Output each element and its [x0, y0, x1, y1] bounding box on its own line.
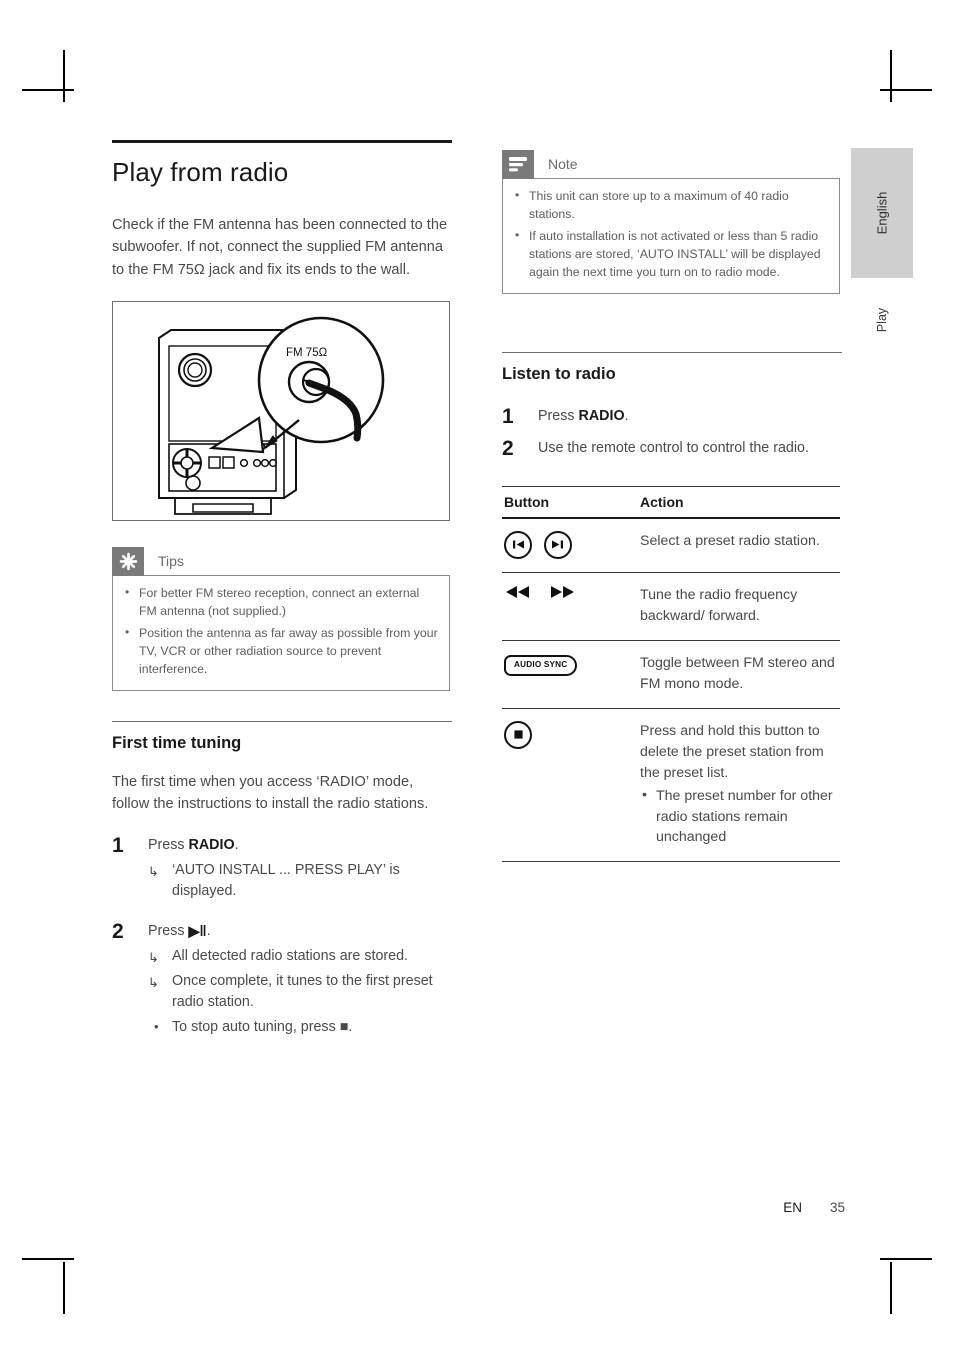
- step-text-suffix: .: [624, 407, 629, 424]
- table-row: Select a preset radio station.: [502, 517, 840, 573]
- crop-mark-bottom-right-vertical: [890, 1262, 892, 1314]
- result-text: ‘AUTO INSTALL ... PRESS PLAY’ is display…: [172, 861, 400, 900]
- note-list-item: This unit can store up to a maximum of 4…: [513, 187, 829, 224]
- result-text: All detected radio stations are stored.: [172, 948, 409, 965]
- step-instruction: Press ▶‖.: [148, 921, 452, 943]
- note-list-item: If auto installation is not activated or…: [513, 227, 829, 282]
- step-instruction: Press RADIO.: [148, 835, 452, 856]
- crop-mark-bottom-right-horizontal: [880, 1258, 932, 1260]
- title-rule: [112, 140, 452, 143]
- tips-callout: Tips For better FM stereo reception, con…: [112, 546, 450, 691]
- bullet-icon: •: [154, 1018, 159, 1034]
- action-sub-list: The preset number for other radio statio…: [640, 785, 836, 848]
- audio-sync-button-icon[interactable]: AUDIO SYNC: [504, 654, 578, 677]
- section-tab-label: Play: [875, 307, 889, 333]
- step-instruction: Press RADIO.: [538, 406, 842, 427]
- tips-list-item: For better FM stereo reception, connect …: [123, 584, 439, 621]
- page-title: Play from radio: [112, 157, 289, 187]
- manual-page: Play from radio Check if the FM antenna …: [0, 0, 954, 1347]
- footer-locale: EN: [783, 1200, 802, 1215]
- step-2-listen-to-radio: 2 Use the remote control to control the …: [502, 436, 842, 460]
- crop-mark-top-left-horizontal: [22, 89, 74, 91]
- language-tab-label: English: [874, 191, 890, 235]
- step-result: ↳ All detected radio stations are stored…: [148, 946, 452, 968]
- note-list: This unit can store up to a maximum of 4…: [513, 187, 829, 282]
- step-text-prefix: Press: [538, 407, 579, 424]
- previous-track-circle-icon[interactable]: [504, 530, 532, 559]
- note-text: To stop auto tuning, press ■.: [172, 1018, 353, 1035]
- step-1-listen-to-radio: 1 Press RADIO.: [502, 404, 842, 428]
- note-label: Note: [548, 156, 578, 172]
- step-number: 1: [502, 404, 514, 428]
- crop-mark-top-right-horizontal: [880, 89, 932, 91]
- step-2-first-time-tuning: 2 Press ▶‖. ↳ All detected radio station…: [112, 919, 452, 1038]
- step-text-bold: RADIO: [578, 407, 625, 424]
- button-cell: [502, 572, 630, 641]
- left-column: Play from radio Check if the FM antenna …: [112, 140, 452, 1048]
- table-row: Press and hold this button to delete the…: [502, 708, 840, 862]
- action-sub-item: The preset number for other radio statio…: [640, 785, 836, 848]
- diagram-svg: FM 75Ω: [158, 316, 385, 515]
- button-cell: [502, 517, 630, 573]
- next-track-circle-icon[interactable]: [543, 530, 572, 559]
- first-time-tuning-heading: First time tuning: [112, 733, 242, 752]
- table-row: Tune the radio frequency backward/ forwa…: [502, 572, 840, 641]
- subwoofer-fm-antenna-jack-diagram: FM 75Ω: [112, 300, 450, 521]
- result-arrow-icon: ↳: [148, 863, 159, 879]
- page-footer: EN 35: [700, 1200, 845, 1215]
- note-lines-icon: [502, 150, 534, 179]
- crop-mark-bottom-left-horizontal: [22, 1258, 74, 1260]
- action-cell: Select a preset radio station.: [630, 517, 840, 573]
- language-tab: English: [851, 148, 913, 278]
- step-text-prefix: Press: [148, 837, 189, 854]
- crop-mark-top-right-vertical: [890, 50, 892, 102]
- table-header-row: Button Action: [502, 485, 840, 519]
- listen-to-radio-rule: [502, 351, 842, 353]
- step-text-suffix: .: [234, 837, 239, 854]
- result-arrow-icon: ↳: [148, 974, 159, 990]
- action-cell: Toggle between FM stereo and FM mono mod…: [630, 640, 840, 709]
- action-cell: Tune the radio frequency backward/ forwa…: [630, 572, 840, 641]
- right-column: Note This unit can store up to a maximum…: [502, 140, 842, 862]
- step-instruction: Use the remote control to control the ra…: [538, 439, 809, 456]
- tips-list: For better FM stereo reception, connect …: [123, 584, 439, 679]
- step-number: 2: [112, 919, 124, 943]
- crop-mark-bottom-left-vertical: [63, 1262, 65, 1314]
- step-number: 2: [502, 436, 514, 460]
- fm-jack-label: FM 75Ω: [286, 347, 328, 359]
- step-result: ↳ ‘AUTO INSTALL ... PRESS PLAY’ is displ…: [148, 860, 452, 903]
- tips-label: Tips: [158, 552, 184, 569]
- table-row: AUDIO SYNC Toggle between FM stereo and …: [502, 640, 840, 709]
- tips-list-item: Position the antenna as far away as poss…: [123, 624, 439, 679]
- rewind-icon[interactable]: [504, 585, 531, 606]
- action-text: Press and hold this button to delete the…: [640, 722, 824, 781]
- result-arrow-icon: ↳: [148, 950, 159, 966]
- step-1-first-time-tuning: 1 Press RADIO. ↳ ‘AUTO INSTALL ... PRESS…: [112, 835, 452, 902]
- first-time-tuning-intro: The first time when you access ‘RADIO’ m…: [112, 773, 429, 813]
- step-text-suffix: .: [206, 922, 211, 939]
- crop-mark-top-left-vertical: [63, 50, 65, 102]
- stop-circle-icon[interactable]: [504, 720, 532, 749]
- fast-forward-icon[interactable]: [549, 585, 576, 606]
- play-pause-icon: ▶‖: [188, 923, 207, 940]
- listen-to-radio-heading: Listen to radio: [502, 364, 616, 383]
- intro-paragraph: Check if the FM antenna has been connect…: [112, 217, 448, 278]
- result-text: Once complete, it tunes to the first pre…: [172, 972, 433, 1011]
- first-time-tuning-rule: [112, 720, 452, 722]
- button-cell: AUDIO SYNC: [502, 640, 630, 709]
- column-header-button: Button: [502, 485, 630, 519]
- step-number: 1: [112, 834, 124, 858]
- footer-page-number: 35: [829, 1200, 845, 1215]
- step-note: • To stop auto tuning, press ■.: [148, 1017, 452, 1038]
- step-text-prefix: Press: [148, 922, 189, 939]
- section-tab: Play: [851, 290, 913, 350]
- remote-button-action-table: Button Action Select a preset radio stat…: [502, 485, 840, 862]
- step-result: ↳ Once complete, it tunes to the first p…: [148, 971, 452, 1014]
- button-cell: [502, 708, 630, 862]
- action-cell: Press and hold this button to delete the…: [630, 708, 840, 862]
- column-header-action: Action: [630, 485, 840, 519]
- step-text-bold: RADIO: [188, 837, 235, 854]
- asterisk-icon: [112, 546, 144, 576]
- note-callout: Note This unit can store up to a maximum…: [502, 150, 840, 294]
